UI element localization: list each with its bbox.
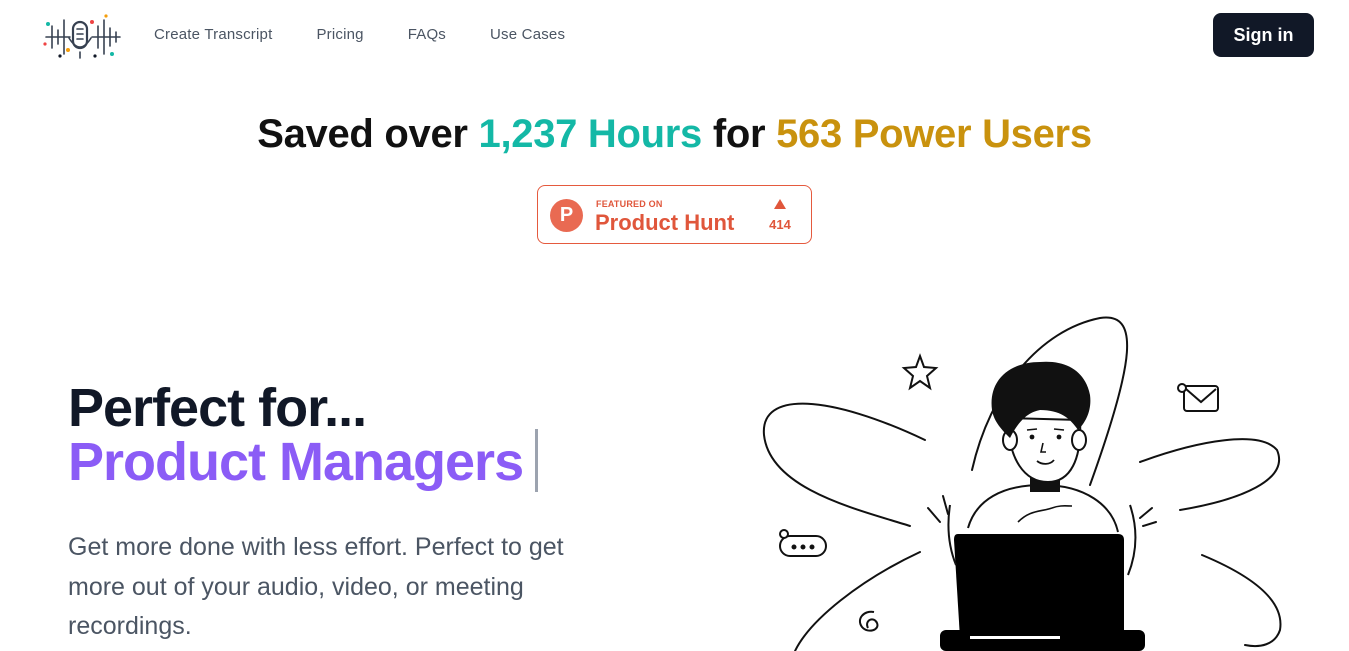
hero-description: Get more done with less effort. Perfect … bbox=[68, 533, 564, 640]
nav-use-cases[interactable]: Use Cases bbox=[490, 26, 565, 43]
spiral-icon bbox=[858, 610, 879, 632]
upvote-arrow-icon bbox=[774, 199, 786, 209]
waveform-logo-icon[interactable] bbox=[40, 12, 122, 62]
product-hunt-badge[interactable]: P FEATURED ON Product Hunt 414 bbox=[537, 185, 812, 244]
orbit-line-bottom-left bbox=[794, 551, 921, 651]
hero-title: Perfect for... bbox=[68, 378, 367, 438]
laptop-icon bbox=[954, 534, 1124, 638]
orbit-line-bottom-right bbox=[1201, 554, 1282, 648]
product-hunt-logo-icon: P bbox=[550, 199, 583, 232]
typing-cursor bbox=[535, 429, 538, 492]
landing-page: Create Transcript Pricing FAQs Use Cases… bbox=[0, 0, 1349, 651]
nav-faqs[interactable]: FAQs bbox=[408, 26, 446, 43]
hero-role: Product Managers bbox=[68, 432, 524, 492]
mail-icon bbox=[1177, 383, 1219, 412]
stats-prefix: Saved over bbox=[257, 112, 468, 156]
stats-hours: 1,237 Hours bbox=[478, 112, 703, 156]
star-icon bbox=[901, 353, 939, 391]
orbit-line-left bbox=[762, 402, 926, 527]
stats-headline: Saved over 1,237 Hours for 563 Power Use… bbox=[0, 112, 1349, 157]
chat-bubble-icon bbox=[779, 529, 827, 557]
person-face bbox=[1006, 416, 1082, 484]
orbit-line-right bbox=[1139, 438, 1280, 511]
sign-in-button[interactable]: Sign in bbox=[1213, 13, 1314, 57]
main-nav: Create Transcript Pricing FAQs Use Cases bbox=[154, 26, 565, 43]
header: Create Transcript Pricing FAQs Use Cases… bbox=[0, 0, 1349, 72]
nav-create-transcript[interactable]: Create Transcript bbox=[154, 26, 272, 43]
upvote-count: 414 bbox=[769, 217, 791, 232]
person-torso bbox=[967, 483, 1119, 533]
nav-pricing[interactable]: Pricing bbox=[316, 26, 363, 43]
person-with-laptop-illustration bbox=[762, 316, 1282, 651]
stats-users: 563 Power Users bbox=[776, 112, 1092, 156]
product-hunt-name: Product Hunt bbox=[595, 210, 735, 235]
product-hunt-featured-label: FEATURED ON bbox=[596, 199, 663, 209]
stats-middle: for bbox=[712, 112, 766, 156]
